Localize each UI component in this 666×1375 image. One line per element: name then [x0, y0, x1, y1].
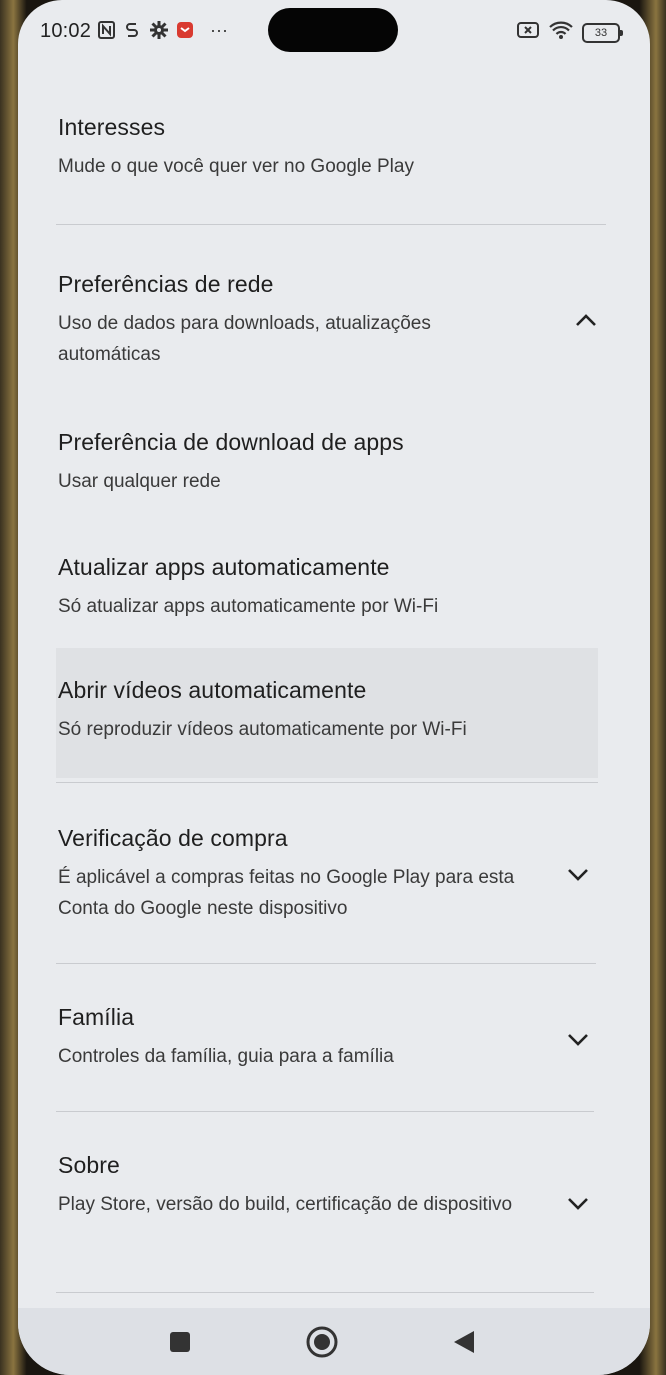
setting-family[interactable]: Família Controles da família, guia para … — [58, 1004, 538, 1072]
home-icon[interactable] — [306, 1326, 338, 1358]
status-right-icons: 33 — [516, 20, 623, 45]
nfc-icon — [98, 20, 116, 40]
battery-icon: 33 — [582, 22, 623, 43]
setting-title: Família — [58, 1004, 135, 1030]
setting-interesses[interactable]: Interesses Mude o que você quer ver no G… — [58, 114, 598, 182]
divider — [56, 224, 606, 225]
camera-notch — [268, 8, 398, 52]
setting-title: Interesses — [58, 114, 166, 140]
setting-about[interactable]: Sobre Play Store, versão do build, certi… — [58, 1152, 538, 1220]
more-notifications-icon: ··· — [210, 20, 228, 40]
app-notification-icon — [176, 20, 194, 40]
setting-title: Sobre — [58, 1152, 120, 1178]
setting-purchase-verification[interactable]: Verificação de compra É aplicável a comp… — [58, 825, 538, 924]
setting-subtitle: Mude o que você quer ver no Google Play — [58, 156, 414, 177]
setting-subtitle: Usar qualquer rede — [58, 471, 221, 492]
chevron-down-icon[interactable] — [565, 1026, 591, 1052]
setting-download-preference[interactable]: Preferência de download de apps Usar qua… — [58, 429, 598, 497]
chevron-up-icon[interactable] — [573, 307, 599, 333]
setting-title: Abrir vídeos automaticamente — [58, 677, 367, 703]
no-sim-icon — [516, 21, 540, 44]
setting-subtitle: Só reproduzir vídeos automaticamente por… — [58, 719, 467, 740]
wifi-icon — [548, 20, 574, 45]
divider — [56, 782, 598, 783]
setting-subtitle: É aplicável a compras feitas no Google P… — [58, 867, 515, 919]
setting-network-preferences[interactable]: Preferências de rede Uso de dados para d… — [58, 271, 528, 370]
divider — [56, 963, 596, 964]
setting-subtitle: Só atualizar apps automaticamente por Wi… — [58, 596, 439, 617]
phone-screen: 10:02 ··· 33 Interesses Mude o que você — [18, 0, 650, 1375]
setting-title: Atualizar apps automaticamente — [58, 554, 390, 580]
divider — [56, 1111, 594, 1112]
setting-subtitle: Uso de dados para downloads, atualizaçõe… — [58, 313, 431, 365]
setting-subtitle: Play Store, versão do build, certificaçã… — [58, 1194, 513, 1215]
settings-gear-icon — [150, 20, 168, 40]
back-icon[interactable] — [448, 1326, 480, 1358]
navigation-bar — [18, 1308, 650, 1375]
setting-auto-update-apps[interactable]: Atualizar apps automaticamente Só atuali… — [58, 554, 598, 622]
sim-icon — [124, 20, 140, 40]
setting-subtitle: Controles da família, guia para a famíli… — [58, 1046, 394, 1067]
setting-title: Preferências de rede — [58, 271, 274, 297]
status-bar: 10:02 ··· 33 — [18, 0, 650, 62]
recents-icon[interactable] — [164, 1326, 196, 1358]
setting-auto-play-videos[interactable]: Abrir vídeos automaticamente Só reproduz… — [58, 677, 598, 745]
status-time: 10:02 — [40, 20, 92, 42]
divider — [56, 1292, 594, 1293]
setting-title: Verificação de compra — [58, 825, 288, 851]
chevron-down-icon[interactable] — [565, 1190, 591, 1216]
chevron-down-icon[interactable] — [565, 861, 591, 887]
setting-title: Preferência de download de apps — [58, 429, 404, 455]
